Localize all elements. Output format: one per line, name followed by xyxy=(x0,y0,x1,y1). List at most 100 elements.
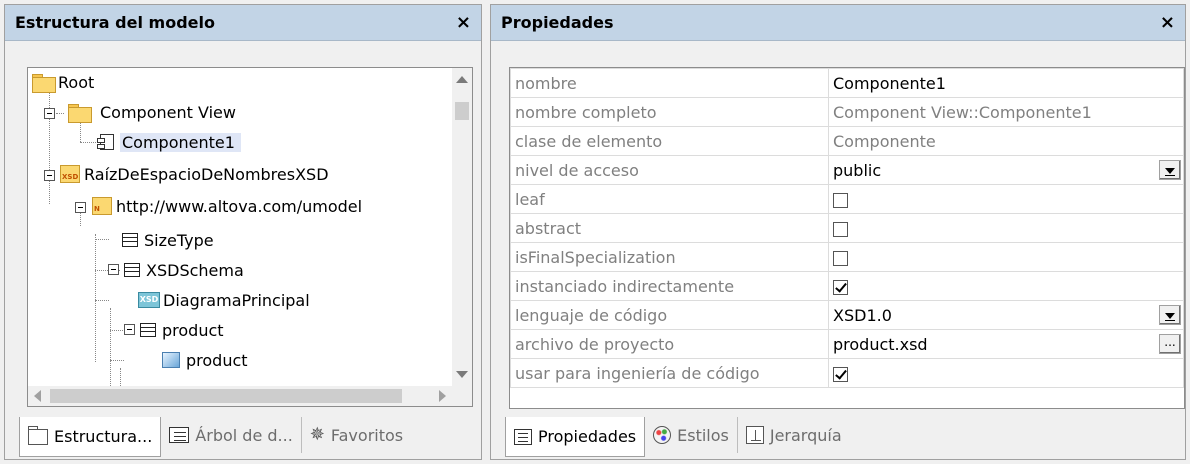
class-icon xyxy=(124,263,140,277)
xsd-diagram-icon: XSD xyxy=(138,292,160,308)
folder-icon xyxy=(68,103,92,123)
tab-jerarquia[interactable]: Jerarquía xyxy=(738,417,850,453)
hierarchy-icon xyxy=(745,426,764,444)
property-name: nombre completo xyxy=(510,97,829,127)
collapse-toggle-icon[interactable] xyxy=(44,170,55,181)
property-name: usar para ingeniería de código xyxy=(510,358,829,388)
element-icon xyxy=(162,352,180,368)
scroll-up-icon[interactable] xyxy=(456,76,468,83)
property-value: XSD1.0 xyxy=(833,305,892,325)
close-button[interactable]: × xyxy=(456,13,471,32)
tree-node-xsdschema[interactable]: XSDSchema xyxy=(124,256,244,284)
tree-node-label: SizeType xyxy=(144,230,214,250)
scroll-thumb[interactable] xyxy=(50,389,402,403)
browse-button[interactable]: ... xyxy=(1159,334,1181,354)
styles-palette-icon xyxy=(653,426,672,444)
tab-favoritos[interactable]: ✵ Favoritos xyxy=(302,417,411,453)
tree-node-label: XSDSchema xyxy=(146,260,244,280)
tab-label: Estilos xyxy=(677,425,729,445)
tree-node-component-view[interactable]: Component View xyxy=(68,98,236,126)
right-tab-bar: Propiedades Estilos Jerarquía xyxy=(491,413,1185,459)
code-language-select[interactable]: XSD1.0 xyxy=(828,300,1184,330)
tree-connector xyxy=(110,360,124,361)
property-name: nivel de acceso xyxy=(510,155,829,185)
access-level-select[interactable]: public xyxy=(828,155,1184,185)
property-name: leaf xyxy=(510,184,829,214)
panel-header: Propiedades × xyxy=(491,5,1185,41)
tree-connector xyxy=(110,308,111,390)
panel-title: Estructura del modelo xyxy=(15,13,215,32)
tree-connector xyxy=(95,239,109,240)
property-row[interactable]: nombre completo Component View::Componen… xyxy=(510,97,1184,127)
tree-node-xsd-namespace-root[interactable]: XSD RaízDeEspacioDeNombresXSD xyxy=(60,160,329,188)
tree-node-sizetype[interactable]: SizeType xyxy=(122,226,214,254)
scroll-left-icon[interactable] xyxy=(34,390,41,402)
is-final-specialization-checkbox[interactable] xyxy=(833,250,848,266)
properties-panel: Propiedades × nombre Componente1 nombre … xyxy=(490,4,1186,460)
tree-node-namespace-url[interactable]: N http://www.altova.com/umodel xyxy=(92,192,362,220)
property-row[interactable]: nivel de acceso public xyxy=(510,155,1184,185)
property-value: public xyxy=(833,160,882,180)
folder-icon xyxy=(32,73,56,93)
tree-node-product-element[interactable]: product xyxy=(162,346,248,374)
property-row[interactable]: archivo de proyecto product.xsd ... xyxy=(510,329,1184,359)
favorites-star-icon: ✵ xyxy=(309,424,325,445)
abstract-checkbox[interactable] xyxy=(833,221,848,237)
property-row[interactable]: nombre Componente1 xyxy=(510,68,1184,98)
project-file-field[interactable]: product.xsd ... xyxy=(828,329,1184,359)
tree-node-label: product xyxy=(186,350,248,370)
tab-propiedades[interactable]: Propiedades xyxy=(505,417,646,457)
collapse-toggle-icon[interactable] xyxy=(124,324,135,335)
property-row[interactable]: instanciado indirectamente xyxy=(510,271,1184,301)
panel-header: Estructura del modelo × xyxy=(5,5,481,41)
property-value: product.xsd xyxy=(833,334,928,354)
leaf-checkbox[interactable] xyxy=(833,192,848,208)
property-row[interactable]: usar para ingeniería de código xyxy=(510,358,1184,388)
scroll-thumb[interactable] xyxy=(455,102,469,120)
collapse-toggle-icon[interactable] xyxy=(108,264,119,275)
close-button[interactable]: × xyxy=(1160,13,1175,32)
property-name: lenguaje de código xyxy=(510,300,829,330)
use-for-code-engineering-checkbox[interactable] xyxy=(833,366,848,382)
dropdown-arrow-icon[interactable] xyxy=(1159,305,1181,325)
tree-node-label: http://www.altova.com/umodel xyxy=(116,196,363,216)
property-name: abstract xyxy=(510,213,829,243)
tree-node-diagrama-principal[interactable]: XSD DiagramaPrincipal xyxy=(138,286,310,314)
folder-outline-icon xyxy=(28,425,48,445)
tree-node-label: Component View xyxy=(100,102,236,122)
tree-node-product-class[interactable]: product xyxy=(140,316,224,344)
horizontal-scrollbar[interactable] xyxy=(28,386,454,406)
tree-connector xyxy=(80,142,98,143)
property-name: clase de elemento xyxy=(510,126,829,156)
property-row[interactable]: abstract xyxy=(510,213,1184,243)
tree-node-label: Componente1 xyxy=(120,132,241,152)
property-row[interactable]: lenguaje de código XSD1.0 xyxy=(510,300,1184,330)
diagram-tree-icon xyxy=(169,427,190,443)
collapse-toggle-icon[interactable] xyxy=(75,202,86,213)
tree-connector xyxy=(95,300,109,301)
dropdown-arrow-icon[interactable] xyxy=(1159,160,1181,180)
scroll-down-icon[interactable] xyxy=(456,371,468,378)
property-row[interactable]: isFinalSpecialization xyxy=(510,242,1184,272)
properties-icon xyxy=(514,428,532,445)
property-name: instanciado indirectamente xyxy=(510,271,829,301)
tree-node-label: Root xyxy=(58,72,95,92)
scroll-right-icon[interactable] xyxy=(439,390,446,402)
model-tree[interactable]: Root Component View Componente1 XSD Raíz… xyxy=(27,67,473,407)
property-value-readonly: Component View::Componente1 xyxy=(828,97,1184,127)
indirectly-instantiated-checkbox[interactable] xyxy=(833,279,848,295)
collapse-toggle-icon[interactable] xyxy=(44,108,55,119)
vertical-scrollbar[interactable] xyxy=(452,68,472,386)
tab-estructura[interactable]: Estructura... xyxy=(19,417,162,457)
tree-node-label: RaízDeEspacioDeNombresXSD xyxy=(84,164,329,184)
property-value-field[interactable]: Componente1 xyxy=(828,68,1184,98)
tab-estilos[interactable]: Estilos xyxy=(645,417,738,453)
model-tree-panel: Estructura del modelo × Root Component V… xyxy=(4,4,482,460)
property-name: isFinalSpecialization xyxy=(510,242,829,272)
tab-arbol-diagramas[interactable]: Árbol de d... xyxy=(161,417,302,453)
property-row[interactable]: clase de elemento Componente xyxy=(510,126,1184,156)
tree-node-label: product xyxy=(162,320,224,340)
tree-node-componente1[interactable]: Componente1 xyxy=(97,128,241,156)
property-row[interactable]: leaf xyxy=(510,184,1184,214)
tree-node-root[interactable]: Root xyxy=(32,68,94,96)
